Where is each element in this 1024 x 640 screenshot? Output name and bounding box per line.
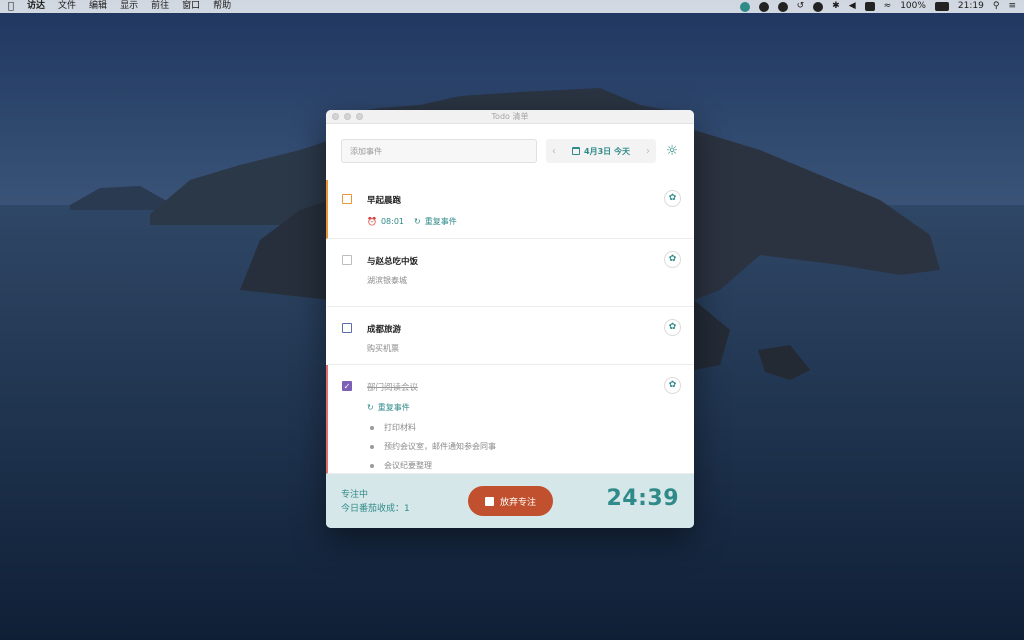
start-focus-flame-icon[interactable]: ✿ [664, 251, 681, 268]
bluetooth-icon[interactable]: ✱ [832, 0, 840, 13]
task-item[interactable]: 与赵总吃中饭 ✿ 湖滨银泰城 [326, 239, 694, 307]
calendar-icon [572, 147, 581, 155]
alarm-clock-icon: ⏰ [367, 217, 377, 226]
menu-finder[interactable]: 访达 [27, 0, 45, 13]
zoom-window-button[interactable] [356, 113, 363, 120]
date-label[interactable]: 4月3日 今天 [584, 146, 630, 157]
spotlight-search-icon[interactable]: ⚲ [993, 0, 1000, 13]
menubar-clock[interactable]: 21:19 [958, 0, 984, 13]
subtask-item: 预约会议室，邮件通知参会同事 [370, 441, 496, 452]
tomato-count: 今日番茄收成：1 [341, 504, 410, 514]
start-focus-flame-icon[interactable]: ✿ [664, 319, 681, 336]
start-focus-flame-icon[interactable]: ✿ [664, 190, 681, 207]
menu-edit[interactable]: 编辑 [89, 0, 107, 13]
menu-help[interactable]: 帮助 [213, 0, 231, 13]
task-repeat-label: 重复事件 [377, 403, 410, 412]
stop-icon [484, 496, 494, 506]
wifi-icon[interactable]: ≈ [884, 0, 892, 13]
abandon-focus-label: 放弃专注 [499, 497, 536, 508]
task-title: 与赵总吃中饭 [367, 257, 419, 267]
focus-status: 专注中 今日番茄收成：1 [341, 488, 410, 516]
apple-menu-icon[interactable]:  [8, 0, 14, 13]
tray-u-icon[interactable] [777, 1, 788, 12]
menu-go[interactable]: 前往 [151, 0, 169, 13]
tray-app-icon[interactable] [739, 1, 750, 12]
task-repeat-label: 重复事件 [424, 217, 457, 226]
focus-panel: 专注中 今日番茄收成：1 放弃专注 24:39 [326, 474, 694, 528]
tray-s-icon[interactable] [864, 2, 875, 11]
date-navigator: ‹ 4月3日 今天 › [546, 139, 656, 163]
minimize-window-button[interactable] [344, 113, 351, 120]
task-note: 湖滨银泰城 [367, 276, 407, 285]
todo-toolbar: ‹ 4月3日 今天 › ☼ [326, 124, 694, 180]
window-titlebar: Todo 清单 [326, 110, 694, 124]
next-day-button[interactable]: › [646, 146, 650, 157]
task-checkbox-checked[interactable]: ✓ [342, 381, 352, 391]
prev-day-button[interactable]: ‹ [552, 146, 556, 157]
theme-toggle-sun-icon[interactable]: ☼ [663, 142, 681, 160]
menu-bar:  访达 文件 编辑 显示 前往 窗口 帮助 ↺ ✱ ◀ ≈ 100% 21:1… [0, 0, 1024, 13]
task-checkbox[interactable] [342, 323, 352, 333]
task-meta: ↻ 重复事件 [367, 402, 410, 413]
task-list[interactable]: 早起晨跑 ✿ ⏰ 08:01 ↻ 重复事件 与赵总吃中饭 ✿ 湖滨银泰城 成都旅游 … [326, 180, 694, 474]
wechat-icon[interactable] [813, 1, 824, 12]
task-meta: ⏰ 08:01 ↻ 重复事件 [367, 216, 457, 227]
battery-percent[interactable]: 100% [900, 0, 926, 13]
focus-timer: 24:39 [606, 486, 679, 511]
task-time: 08:01 [380, 217, 405, 226]
subtask-item: 会议纪要整理 [370, 460, 432, 471]
task-item[interactable]: ✓ 部门阅读会议 ✿ ↻ 重复事件 打印材料 预约会议室，邮件通知参会同事 会议纪… [326, 365, 694, 474]
tray-feather-icon[interactable] [758, 1, 769, 12]
task-title: 成都旅游 [367, 325, 402, 335]
menu-view[interactable]: 显示 [120, 0, 138, 13]
task-title: 早起晨跑 [367, 196, 402, 206]
window-title: Todo 清单 [491, 112, 529, 121]
task-title: 部门阅读会议 [367, 383, 419, 393]
focus-status-label: 专注中 [341, 490, 369, 500]
add-event-input[interactable] [341, 139, 537, 163]
task-item[interactable]: 早起晨跑 ✿ ⏰ 08:01 ↻ 重复事件 [326, 180, 694, 239]
time-machine-icon[interactable]: ↺ [797, 0, 805, 13]
start-focus-flame-icon[interactable]: ✿ [664, 377, 681, 394]
battery-icon[interactable] [934, 2, 949, 11]
task-checkbox[interactable] [342, 194, 352, 204]
notification-center-icon[interactable]: ≡ [1008, 0, 1016, 13]
task-checkbox[interactable] [342, 255, 352, 265]
todo-window: Todo 清单 ‹ 4月3日 今天 › ☼ 早起晨跑 ✿ ⏰08:01 ↻重复事… [326, 110, 694, 528]
abandon-focus-button[interactable]: 放弃专注 [468, 486, 553, 516]
task-item[interactable]: 成都旅游 ✿ 购买机票 [326, 307, 694, 365]
menu-window[interactable]: 窗口 [182, 0, 200, 13]
close-window-button[interactable] [332, 113, 339, 120]
menu-file[interactable]: 文件 [58, 0, 76, 13]
repeat-icon: ↻ [414, 217, 421, 226]
subtask-item: 打印材料 [370, 422, 416, 433]
volume-icon[interactable]: ◀ [849, 0, 856, 13]
task-note: 购买机票 [367, 344, 399, 353]
repeat-icon: ↻ [367, 403, 374, 412]
